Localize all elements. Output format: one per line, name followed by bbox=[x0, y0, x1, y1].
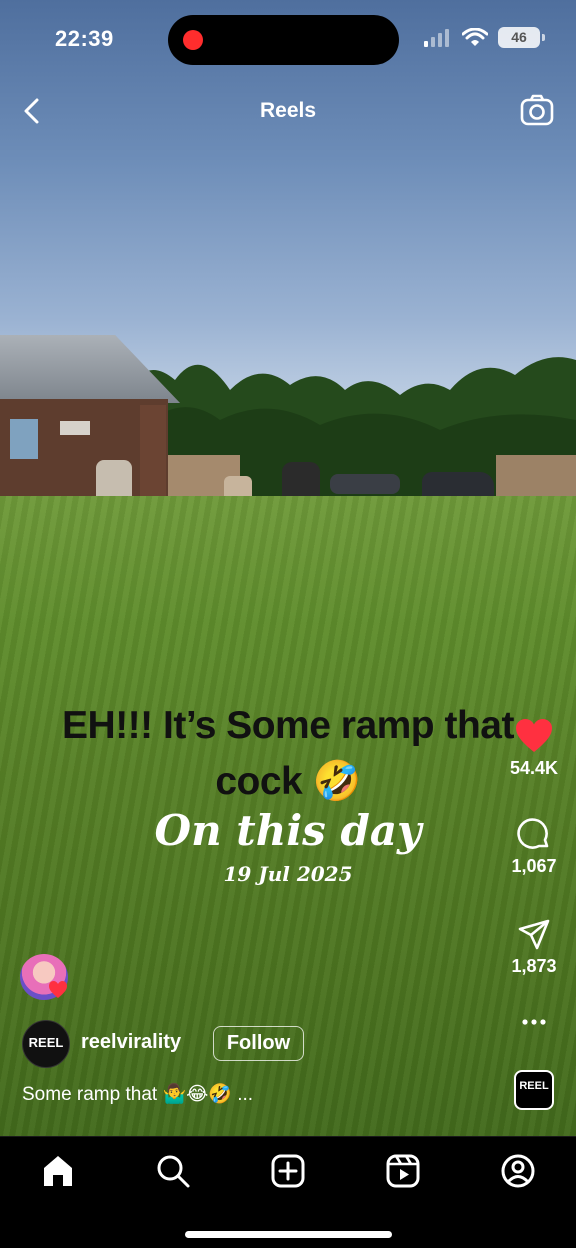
audio-label: REEL bbox=[519, 1080, 549, 1092]
like-button[interactable]: 54.4K bbox=[494, 718, 574, 779]
on-this-day-title: On this day bbox=[154, 806, 422, 855]
on-this-day-date: 19 Jul 2025 bbox=[223, 862, 353, 886]
status-icons: 46 bbox=[424, 27, 545, 48]
username-link[interactable]: reelvirality bbox=[81, 1031, 181, 1054]
overlay-line-2: cock 🤣 bbox=[215, 760, 361, 803]
heart-badge-icon bbox=[49, 981, 67, 998]
share-count: 1,873 bbox=[511, 956, 557, 976]
profile-icon[interactable] bbox=[500, 1153, 536, 1189]
home-indicator[interactable] bbox=[185, 1231, 392, 1238]
camera-button[interactable] bbox=[520, 94, 554, 128]
wifi-icon bbox=[462, 27, 488, 46]
signal-icon bbox=[424, 28, 449, 47]
post-caption[interactable]: Some ramp that 🤷‍♂️😂🤣 ... bbox=[22, 1082, 253, 1106]
status-time: 22:39 bbox=[55, 26, 114, 51]
reels-icon[interactable] bbox=[385, 1153, 421, 1189]
reel-video[interactable] bbox=[0, 0, 576, 1136]
video-text-overlay: EH!!! It’s Some ramp that cock 🤣 bbox=[0, 698, 576, 810]
comment-button[interactable]: 1,067 bbox=[494, 818, 574, 877]
avatar-label: REEL bbox=[28, 1035, 64, 1050]
audio-thumbnail[interactable]: REEL bbox=[514, 1070, 554, 1110]
building bbox=[0, 335, 180, 505]
dynamic-island bbox=[168, 15, 399, 65]
comment-icon bbox=[517, 818, 549, 849]
create-icon[interactable] bbox=[270, 1153, 306, 1189]
more-options-button[interactable] bbox=[494, 1012, 574, 1032]
heart-icon bbox=[516, 719, 552, 752]
search-icon[interactable] bbox=[155, 1153, 191, 1189]
comment-count: 1,067 bbox=[511, 856, 557, 876]
overlay-line-1: EH!!! It’s Some ramp that bbox=[62, 704, 514, 747]
battery-indicator: 46 bbox=[498, 27, 545, 48]
page-title: Reels bbox=[259, 99, 317, 122]
like-count: 54.4K bbox=[509, 758, 559, 778]
parked-car bbox=[330, 474, 400, 494]
home-icon[interactable] bbox=[40, 1153, 76, 1189]
share-button[interactable]: 1,873 bbox=[494, 918, 574, 977]
follow-button[interactable]: Follow bbox=[213, 1026, 304, 1061]
more-icon bbox=[522, 1019, 546, 1025]
profile-avatar[interactable]: REEL bbox=[22, 1020, 70, 1068]
send-icon bbox=[518, 919, 550, 950]
recording-indicator-icon bbox=[183, 30, 203, 50]
